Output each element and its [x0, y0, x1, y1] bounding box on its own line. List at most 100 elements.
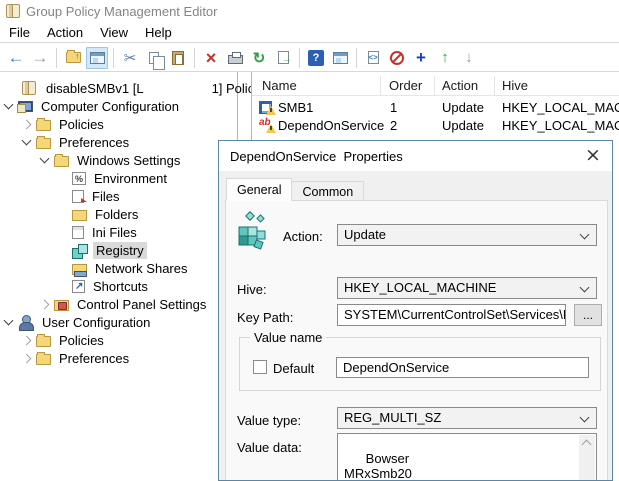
- menu-action[interactable]: Action: [47, 25, 83, 40]
- value-data-input[interactable]: Bowser MRxSmb20 NSI: [337, 433, 597, 481]
- close-icon[interactable]: ×: [582, 144, 604, 166]
- tree-item-files[interactable]: Files: [72, 187, 122, 205]
- tree-item-registry[interactable]: Registry: [72, 241, 147, 259]
- chevron-collapsed-icon[interactable]: [22, 119, 32, 129]
- toolbar-separator: [356, 48, 357, 68]
- tree-item-folders[interactable]: Folders: [72, 205, 141, 223]
- tree-item-label: Network Shares: [92, 260, 190, 277]
- tree-item-root-policy[interactable]: disableSMBv1 [L 1] Policy: [22, 79, 264, 97]
- back-icon[interactable]: ←: [5, 47, 27, 69]
- paste-icon[interactable]: [167, 47, 189, 69]
- move-down-icon[interactable]: ↓: [458, 47, 480, 69]
- cell-order: 1: [390, 100, 397, 115]
- xml-view-icon[interactable]: <>: [362, 47, 384, 69]
- chevron-collapsed-icon[interactable]: [40, 299, 50, 309]
- chevron-down-icon: [580, 413, 590, 423]
- chevron-collapsed-icon[interactable]: [22, 335, 32, 345]
- show-console-tree-icon[interactable]: [86, 47, 108, 69]
- column-header-hive[interactable]: Hive: [502, 78, 528, 93]
- cut-icon[interactable]: ✂: [119, 47, 141, 69]
- window-title: Group Policy Management Editor: [26, 4, 217, 19]
- action-select[interactable]: Update: [337, 224, 597, 246]
- tree-item-policies-user[interactable]: Policies: [23, 331, 107, 349]
- block-icon[interactable]: [386, 47, 408, 69]
- help-icon[interactable]: ?: [305, 47, 327, 69]
- tree-item-label: Preferences: [56, 134, 132, 151]
- chevron-expanded-icon[interactable]: [22, 136, 32, 146]
- key-path-input[interactable]: SYSTEM\CurrentControlSet\Services\Lanman…: [337, 304, 566, 326]
- browse-button[interactable]: ...: [574, 304, 602, 326]
- tree-item-label: Folders: [92, 206, 141, 223]
- tree-item-user-configuration[interactable]: User Configuration: [5, 313, 153, 331]
- network-shares-icon: [72, 264, 87, 275]
- tree-item-network-shares[interactable]: Network Shares: [72, 259, 190, 277]
- hive-value: HKEY_LOCAL_MACHINE: [344, 280, 496, 295]
- value-name-input[interactable]: DependOnService: [336, 357, 589, 378]
- up-one-level-icon[interactable]: ↑: [62, 47, 84, 69]
- table-row[interactable]: SMB1 1 Update HKEY_LOCAL_MAC...: [252, 99, 619, 117]
- column-separator[interactable]: [434, 76, 435, 96]
- move-up-icon[interactable]: ↑: [434, 47, 456, 69]
- toolbar: ← → ↑ ✂ × ↻ → ? <> + ↑ ↓: [0, 44, 619, 72]
- tree-item-preferences-computer[interactable]: Preferences: [23, 133, 132, 151]
- column-header-order[interactable]: Order: [389, 78, 422, 93]
- folder-icon: [54, 156, 69, 167]
- refresh-icon[interactable]: ↻: [248, 47, 270, 69]
- tree-item-windows-settings[interactable]: Windows Settings: [41, 151, 183, 169]
- column-header-action[interactable]: Action: [442, 78, 478, 93]
- folder-icon: [36, 138, 51, 149]
- value-name-group-label: Value name: [250, 330, 326, 345]
- chevron-expanded-icon[interactable]: [4, 100, 14, 110]
- print-icon[interactable]: [224, 47, 246, 69]
- default-label: Default: [273, 361, 314, 376]
- tree-item-ini-files[interactable]: Ini Files: [72, 223, 140, 241]
- tree-item-preferences-user[interactable]: Preferences: [23, 349, 132, 367]
- chevron-collapsed-icon[interactable]: [22, 353, 32, 363]
- group-policy-editor-window: Group Policy Management Editor File Acti…: [0, 0, 619, 481]
- cell-name: SMB1: [278, 100, 313, 115]
- hive-select[interactable]: HKEY_LOCAL_MACHINE: [337, 277, 597, 299]
- column-header-name[interactable]: Name: [262, 78, 297, 93]
- tree-item-label: Shortcuts: [90, 278, 151, 295]
- tree-item-computer-configuration[interactable]: Computer Configuration: [5, 97, 182, 115]
- default-checkbox[interactable]: [253, 360, 267, 374]
- tree-item-environment[interactable]: % Environment: [72, 169, 170, 187]
- chevron-expanded-icon[interactable]: [4, 316, 14, 326]
- tab-common[interactable]: Common: [292, 181, 364, 201]
- tab-general[interactable]: General: [226, 178, 292, 201]
- tree-item-shortcuts[interactable]: ↗ Shortcuts: [72, 277, 151, 295]
- menu-help[interactable]: Help: [145, 25, 172, 40]
- toolbar-separator: [194, 48, 195, 68]
- tree-item-policies-computer[interactable]: Policies: [23, 115, 107, 133]
- registry-dword-warning-icon: [259, 100, 274, 114]
- tree-item-label: Policies: [56, 116, 107, 133]
- folders-icon: [72, 210, 87, 221]
- value-data-label: Value data:: [237, 440, 302, 455]
- hive-label: Hive:: [237, 282, 267, 297]
- dialog-title: DependOnService Properties: [230, 149, 403, 164]
- delete-icon[interactable]: ×: [200, 47, 222, 69]
- export-list-icon[interactable]: →: [272, 47, 294, 69]
- add-icon[interactable]: +: [410, 47, 432, 69]
- properties-window-icon[interactable]: [329, 47, 351, 69]
- chevron-down-icon: [580, 283, 590, 293]
- value-type-select[interactable]: REG_MULTI_SZ: [337, 407, 597, 429]
- list-header: Name Order Action Hive: [252, 76, 619, 96]
- copy-icon[interactable]: [143, 47, 165, 69]
- table-row[interactable]: DependOnService 2 Update HKEY_LOCAL_MAC.…: [252, 117, 619, 135]
- tree-item-label: Computer Configuration: [38, 98, 182, 115]
- tree-item-label: Windows Settings: [74, 152, 183, 169]
- scroll-up-icon[interactable]: [582, 440, 592, 450]
- folder-icon: [36, 336, 51, 347]
- files-icon: [72, 190, 84, 203]
- folder-icon: [36, 120, 51, 131]
- menu-view[interactable]: View: [100, 25, 128, 40]
- chevron-expanded-icon[interactable]: [40, 154, 50, 164]
- forward-icon[interactable]: →: [29, 47, 51, 69]
- tree-item-control-panel-settings[interactable]: Control Panel Settings: [41, 295, 209, 313]
- scrollbar[interactable]: [579, 435, 595, 480]
- menu-file[interactable]: File: [9, 25, 30, 40]
- ini-files-icon: [72, 226, 84, 239]
- column-separator[interactable]: [380, 76, 381, 96]
- column-separator[interactable]: [494, 76, 495, 96]
